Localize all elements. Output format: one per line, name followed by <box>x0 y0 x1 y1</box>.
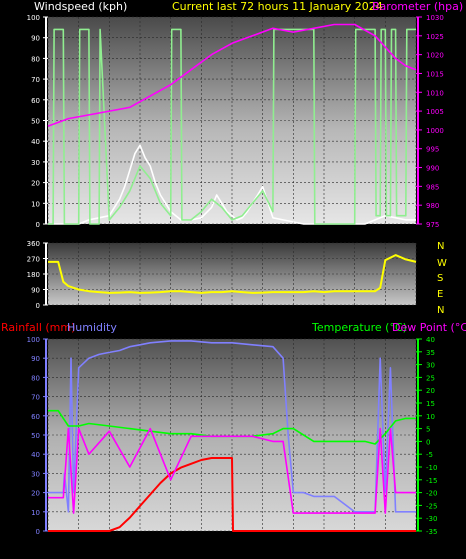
wind-left-tick-label: 60 <box>31 97 40 105</box>
wind-day-label: Day 10 <box>218 229 247 238</box>
rain-right-tick-label: 40 <box>426 336 435 344</box>
legend-humidity: Humidity <box>67 321 117 334</box>
dir-left-tick-label: 180 <box>27 271 40 279</box>
rain-right-tick-label: 35 <box>426 349 435 357</box>
wind-right-tick-label: 1025 <box>426 33 444 41</box>
rain-right-tick-label: -15 <box>426 477 437 485</box>
rain-right-tick-label: 30 <box>426 362 435 370</box>
wind-right-tick-label: 990 <box>426 165 439 173</box>
wind-left-tick-label: 30 <box>31 159 40 167</box>
wind-right-tick-label: 1030 <box>426 14 444 22</box>
compass-n-bottom: N <box>437 305 444 316</box>
rain-right-tick-label: 15 <box>426 400 435 408</box>
wind-right-tick-label: 985 <box>426 183 439 191</box>
wind-left-tick-label: 50 <box>31 118 40 126</box>
rain-right-tick-label: -5 <box>426 451 433 459</box>
wind-right-tick-label: 980 <box>426 202 439 210</box>
wind-right-tick-label: 995 <box>426 146 439 154</box>
right-title: Barometer (hpa) <box>372 0 463 13</box>
rain-left-tick-label: 80 <box>31 374 40 382</box>
wind-left-tick-label: 20 <box>31 180 40 188</box>
wind-left-tick-label: 80 <box>31 55 40 63</box>
wind-left-tick-label: 0 <box>36 221 40 229</box>
wind-left-tick-label: 40 <box>31 138 40 146</box>
rain-right-tick-label: -35 <box>426 528 437 536</box>
left-title: Windspeed (kph) <box>34 0 127 13</box>
rain-right-tick-label: 10 <box>426 413 435 421</box>
rain-right-tick-label: 0 <box>426 438 430 446</box>
wind-right-tick-label: 1020 <box>426 52 444 60</box>
compass-n-top: N <box>437 241 444 252</box>
wind-right-tick-label: 1000 <box>426 127 444 135</box>
center-title: Current last 72 hours 11 January 2024 <box>172 0 383 13</box>
dir-left-tick-label: 90 <box>31 287 40 295</box>
dir-left-tick-label: 360 <box>27 240 40 248</box>
rain-left-tick-label: 90 <box>31 355 40 363</box>
rain-day-label: Day 9 <box>98 536 121 545</box>
wind-day-label: Day 9 <box>98 229 121 238</box>
rain-left-tick-label: 100 <box>27 336 40 344</box>
wind-left-tick-label: 100 <box>27 14 40 22</box>
legend-rainfall: Rainfall (mm) <box>1 321 75 334</box>
rain-day-label: Day 11 <box>340 536 369 545</box>
legend-dewpoint: Dew Point (°C) <box>392 321 466 334</box>
wind-day-label: Day 11 <box>340 229 369 238</box>
wind-left-tick-label: 90 <box>31 35 40 43</box>
rain-left-tick-label: 20 <box>31 490 40 498</box>
wind-right-tick-label: 975 <box>426 221 439 229</box>
rain-left-tick-label: 30 <box>31 470 40 478</box>
rain-right-tick-label: 5 <box>426 426 430 434</box>
dir-left-tick-label: 0 <box>36 302 40 310</box>
rain-left-tick-label: 40 <box>31 451 40 459</box>
rain-right-tick-label: -20 <box>426 490 437 498</box>
compass-s: S <box>437 273 443 284</box>
wind-right-tick-label: 1015 <box>426 70 444 78</box>
rain-left-tick-label: 70 <box>31 394 40 402</box>
wind-right-tick-label: 1005 <box>426 108 444 116</box>
rain-left-tick-label: 0 <box>36 528 40 536</box>
rain-right-tick-label: -25 <box>426 502 437 510</box>
rain-day-label: Day 10 <box>218 536 247 545</box>
rain-left-tick-label: 60 <box>31 413 40 421</box>
rain-right-tick-label: -30 <box>426 515 437 523</box>
rain-left-tick-label: 50 <box>31 432 40 440</box>
compass-w: W <box>437 258 447 269</box>
rain-right-tick-label: 25 <box>426 374 435 382</box>
rain-right-tick-label: 20 <box>426 387 435 395</box>
rain-left-tick-label: 10 <box>31 509 40 517</box>
rain-right-tick-label: -10 <box>426 464 437 472</box>
compass-e: E <box>437 289 443 300</box>
dir-left-tick-label: 270 <box>27 256 40 264</box>
wind-right-tick-label: 1010 <box>426 89 444 97</box>
weather-graphs: Windspeed (kph) Current last 72 hours 11… <box>0 0 466 555</box>
wind-left-tick-label: 10 <box>31 200 40 208</box>
wind-left-tick-label: 70 <box>31 76 40 84</box>
weather-chart-svg: Windspeed (kph) Current last 72 hours 11… <box>1 0 466 545</box>
